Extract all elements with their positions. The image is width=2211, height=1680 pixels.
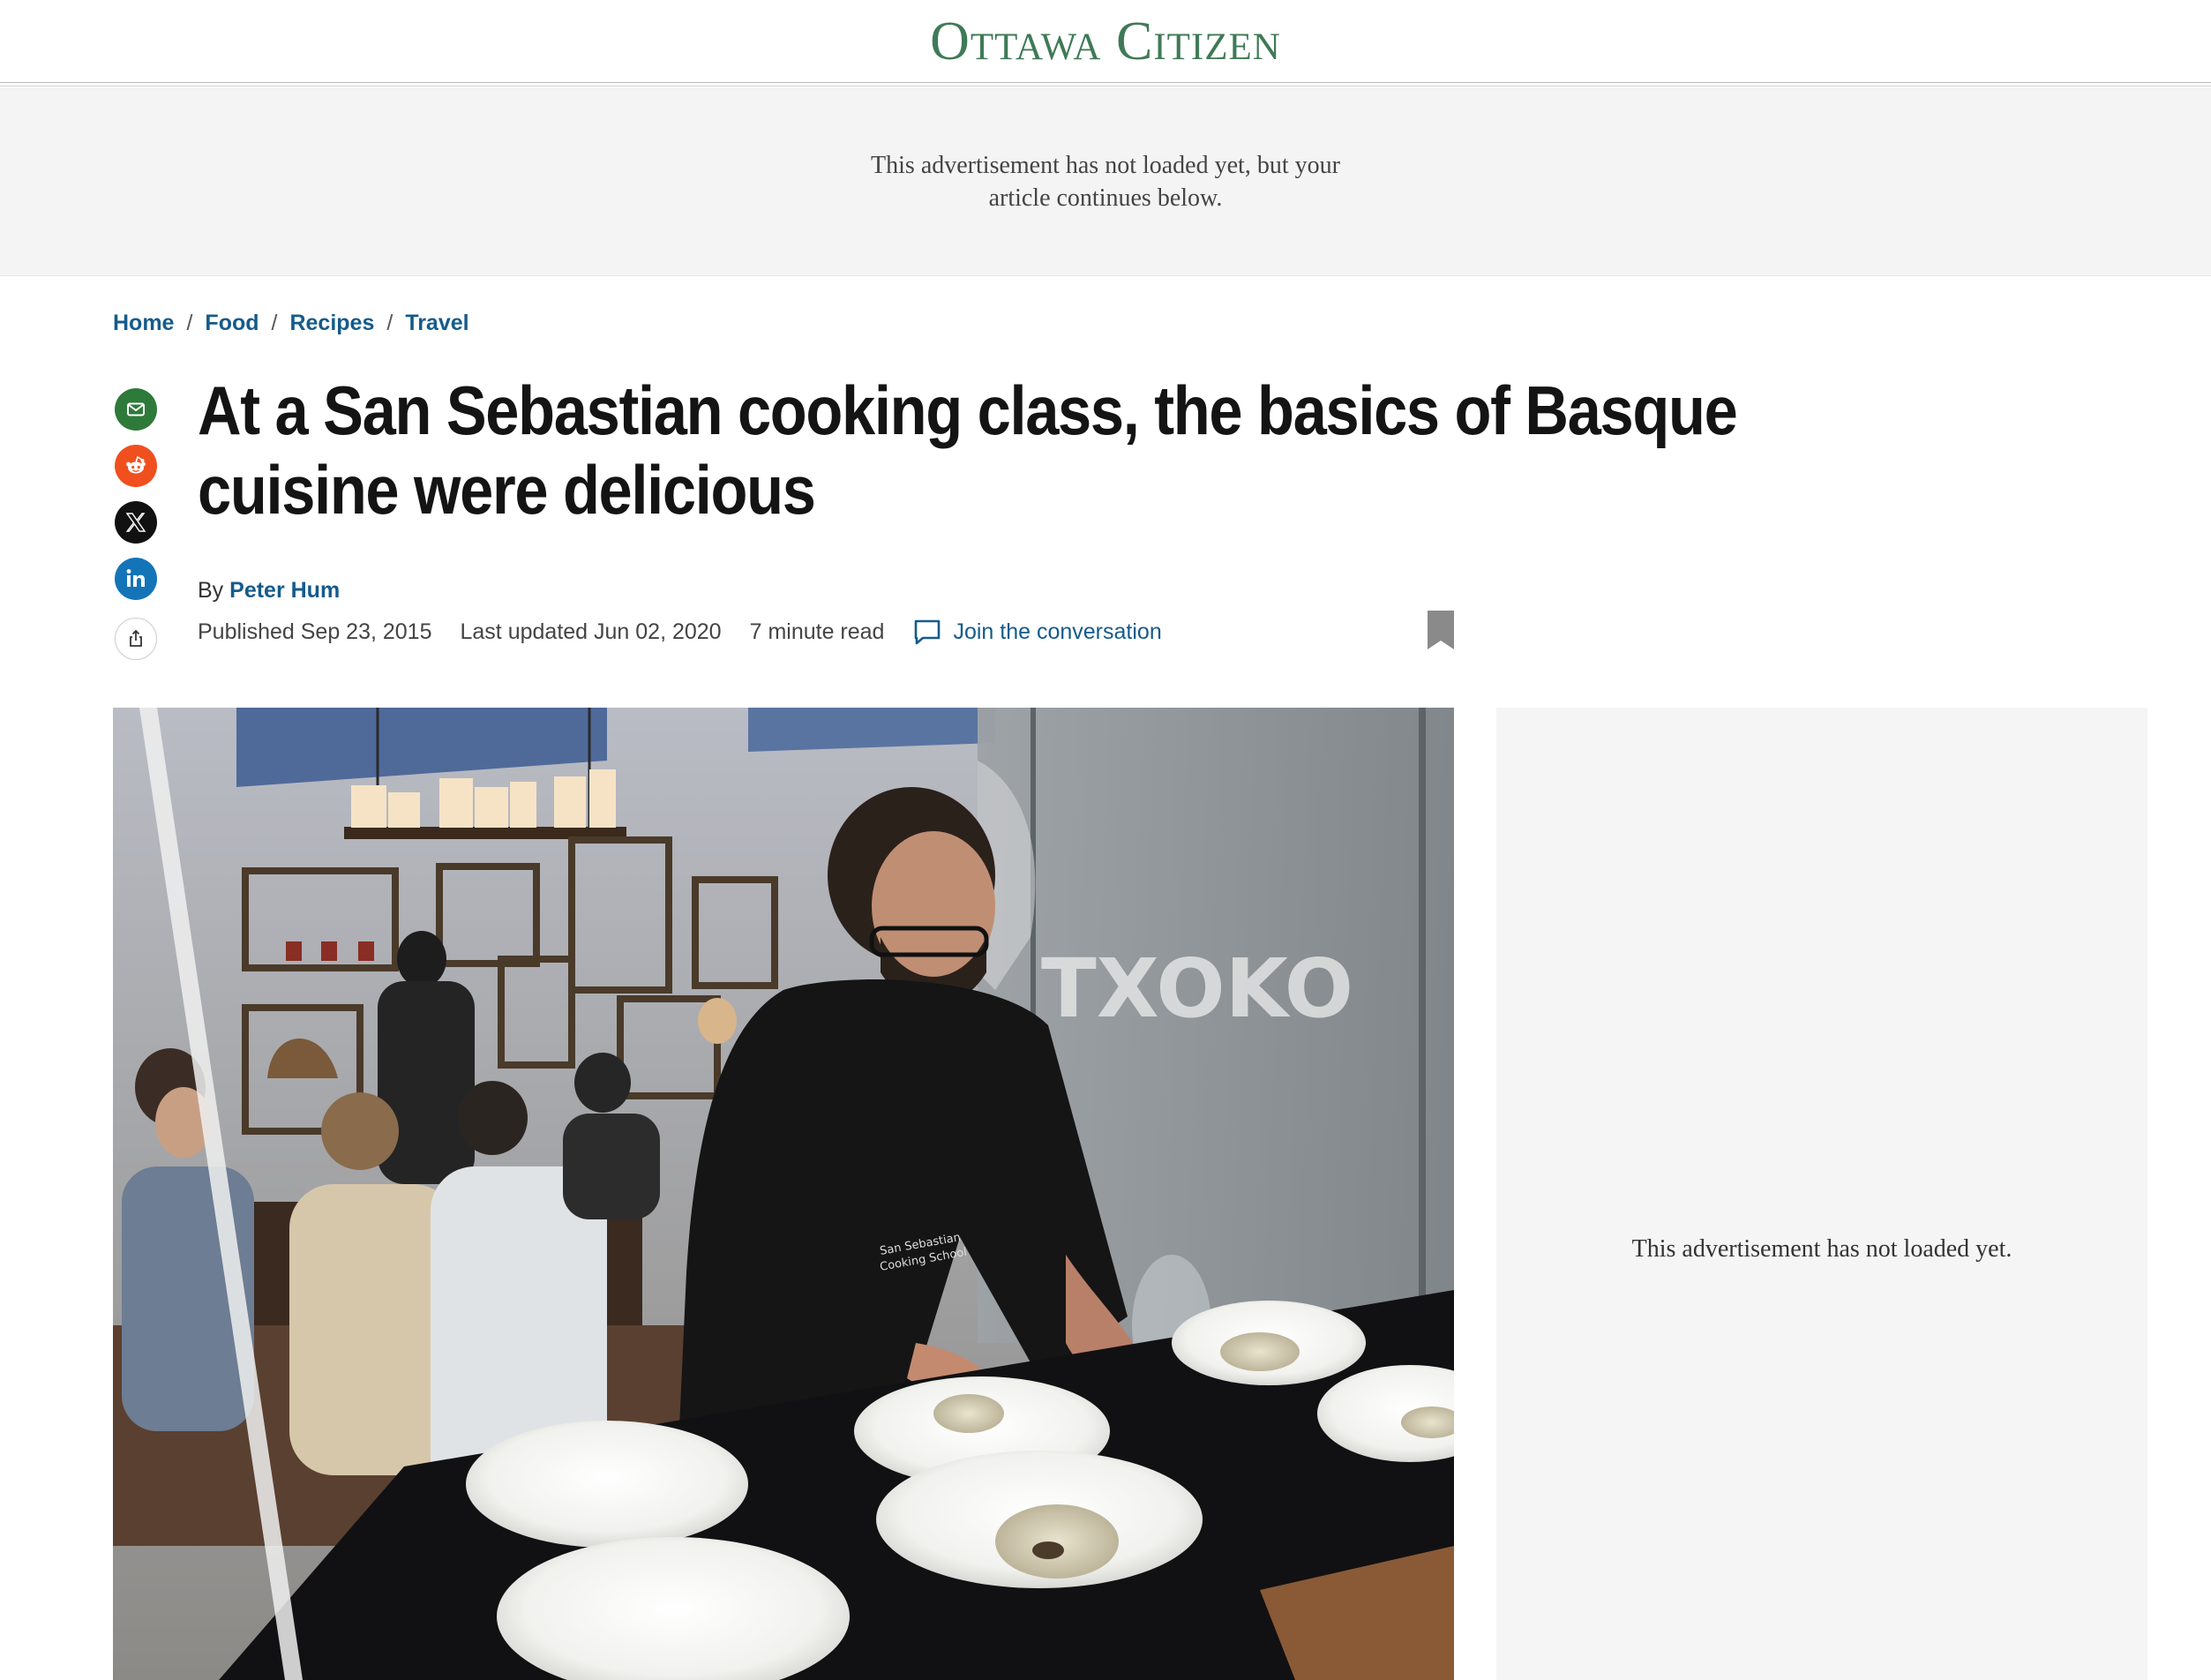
breadcrumb-food[interactable]: Food [205,311,259,336]
bookmark-icon [1428,611,1454,649]
ad-line-1: This advertisement has not loaded yet, b… [871,152,1340,179]
mail-icon [127,402,145,416]
breadcrumb-travel[interactable]: Travel [405,311,468,336]
x-share-button[interactable] [115,501,157,544]
breadcrumb-separator: / [386,311,393,335]
published-date: Published Sep 23, 2015 [198,619,432,644]
ad-line-2: article continues below. [988,184,1223,212]
read-time: 7 minute read [749,619,885,644]
article-meta: Published Sep 23, 2015 Last updated Jun … [198,618,1162,646]
reddit-icon [126,455,146,474]
join-conversation-link[interactable]: Join the conversation [912,618,1162,646]
breadcrumb-recipes[interactable]: Recipes [289,311,374,336]
breadcrumb-separator: / [271,311,278,335]
cooking-class-photo: TXOKO San Sebastian Cooking School [113,708,1454,1680]
share-icon [130,629,142,647]
breadcrumb-home[interactable]: Home [113,311,174,336]
share-button[interactable] [115,618,157,660]
ad-placeholder-text: This advertisement has not loaded yet, b… [0,149,2211,214]
breadcrumb: Home / Food / Recipes / Travel [113,311,469,336]
site-logo[interactable]: Ottawa Citizen [0,11,2211,72]
author-link[interactable]: Peter Hum [229,578,340,603]
byline: By Peter Hum [198,578,340,604]
hero-image: TXOKO San Sebastian Cooking School [113,708,1454,1680]
comment-icon [915,619,941,645]
reddit-share-button[interactable] [115,445,157,487]
breadcrumb-separator: / [186,311,193,335]
byline-prefix: By [198,578,224,603]
sidebar-advertisement: This advertisement has not loaded yet. [1496,708,2147,1680]
ad-placeholder-text: This advertisement has not loaded yet. [1631,1235,2012,1263]
linkedin-share-button[interactable] [115,558,157,600]
updated-date: Last updated Jun 02, 2020 [460,619,722,644]
txoko-signage: TXOKO [1041,941,1353,1036]
article-headline: At a San Sebastian cooking class, the ba… [198,371,1738,529]
email-share-button[interactable] [115,388,157,431]
top-advertisement: This advertisement has not loaded yet, b… [0,87,2211,276]
bookmark-button[interactable] [1426,609,1456,656]
x-icon [125,513,146,532]
masthead: Ottawa Citizen [0,0,2211,86]
linkedin-icon [126,569,145,587]
join-conversation-label: Join the conversation [953,619,1162,644]
